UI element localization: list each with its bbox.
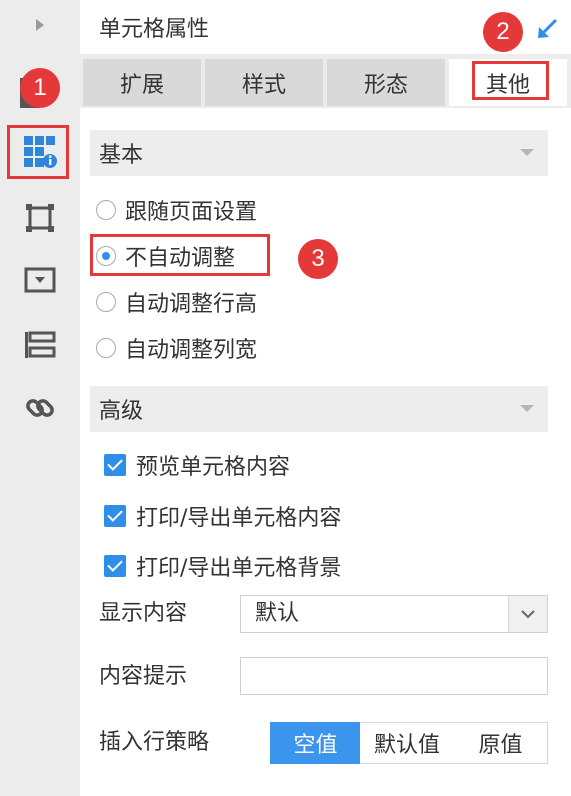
tab-form[interactable]: 形态 — [327, 59, 445, 106]
section-basic-title: 基本 — [99, 143, 144, 168]
panel-title: 单元格属性 — [99, 17, 210, 42]
widget-icon[interactable] — [20, 260, 60, 300]
collapse-caret-icon — [520, 149, 534, 156]
radio-circle[interactable] — [96, 338, 116, 358]
select-value: 默认 — [255, 601, 300, 626]
display-content-label: 显示内容 — [99, 601, 188, 626]
display-content-select[interactable]: 默认 — [240, 595, 548, 633]
radio-auto-col-width[interactable]: 自动调整列宽 — [96, 331, 257, 365]
section-advanced-header[interactable]: 高级 — [90, 386, 548, 432]
hyperlink-icon[interactable] — [20, 388, 60, 428]
tooltip-input[interactable] — [240, 657, 548, 695]
collapse-arrow-icon[interactable] — [534, 14, 562, 42]
section-basic-header[interactable]: 基本 — [90, 130, 548, 176]
insert-strategy-label: 插入行策略 — [99, 730, 210, 755]
floating-element-icon[interactable] — [20, 325, 60, 365]
highlight-no-auto-adjust — [90, 234, 270, 276]
insert-option-default[interactable]: 默认值 — [360, 722, 455, 764]
tooltip-label: 内容提示 — [99, 664, 188, 689]
annotation-badge-1: 1 — [20, 68, 60, 108]
annotation-badge-2: 2 — [483, 12, 523, 52]
check-print-content[interactable]: 打印/导出单元格内容 — [104, 499, 341, 533]
radio-circle[interactable] — [96, 200, 116, 220]
check-preview-content[interactable]: 预览单元格内容 — [104, 448, 290, 482]
section-advanced-title: 高级 — [99, 399, 144, 424]
highlight-rail-icon — [7, 125, 69, 179]
radio-label: 自动调整行高 — [125, 292, 258, 317]
collapse-caret-icon — [520, 405, 534, 412]
checkbox-checked[interactable] — [104, 505, 126, 527]
insert-option-null[interactable]: 空值 — [270, 722, 361, 764]
tab-expand[interactable]: 扩展 — [83, 59, 201, 106]
check-label: 预览单元格内容 — [136, 455, 291, 480]
insert-option-original[interactable]: 原值 — [454, 722, 548, 764]
checkbox-checked[interactable] — [104, 555, 126, 577]
expand-arrow-icon[interactable] — [20, 5, 60, 45]
checkbox-checked[interactable] — [104, 454, 126, 476]
radio-auto-row-height[interactable]: 自动调整行高 — [96, 285, 257, 319]
check-print-background[interactable]: 打印/导出单元格背景 — [104, 549, 341, 583]
radio-circle[interactable] — [96, 292, 116, 312]
check-label: 打印/导出单元格内容 — [136, 506, 342, 531]
highlight-tab-other — [472, 61, 549, 100]
tab-style[interactable]: 样式 — [205, 59, 323, 106]
radio-label: 自动调整列宽 — [125, 338, 258, 363]
radio-label: 跟随页面设置 — [125, 200, 258, 225]
chevron-down-icon[interactable] — [508, 596, 547, 632]
check-label: 打印/导出单元格背景 — [136, 556, 342, 581]
border-icon[interactable] — [20, 198, 60, 238]
annotation-badge-3: 3 — [298, 239, 338, 279]
radio-follow-page[interactable]: 跟随页面设置 — [96, 193, 257, 227]
